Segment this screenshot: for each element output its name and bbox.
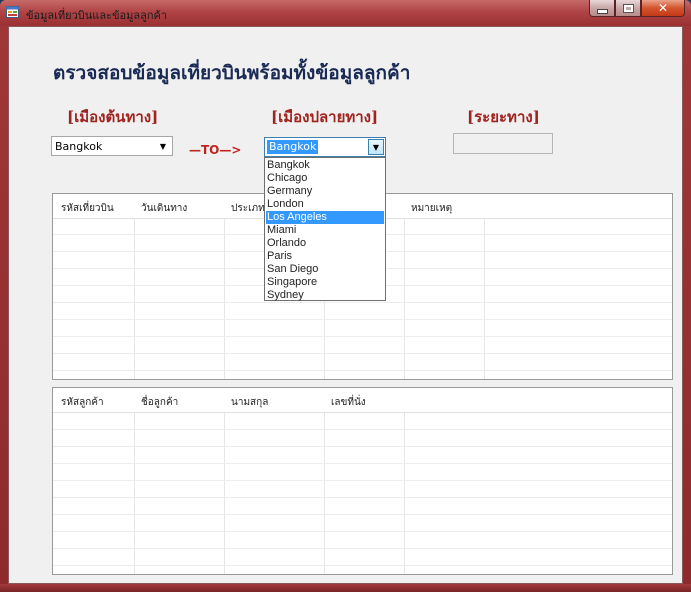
dropdown-option[interactable]: Germany xyxy=(266,185,384,198)
grid-column-divider xyxy=(484,194,485,379)
dropdown-option[interactable]: Sydney xyxy=(266,289,384,302)
column-header[interactable]: วันเดินทาง xyxy=(141,201,187,216)
window-controls: ✕ xyxy=(589,0,685,18)
grid-column-divider xyxy=(404,194,405,379)
column-header[interactable]: หมายเหตุ xyxy=(411,201,452,216)
origin-label: [เมืองต้นทาง] xyxy=(67,108,159,126)
dropdown-option[interactable]: Chicago xyxy=(266,172,384,185)
dropdown-option[interactable]: London xyxy=(266,198,384,211)
column-header[interactable]: ประเภท xyxy=(231,201,265,216)
column-header[interactable]: รหัสลูกค้า xyxy=(61,395,104,410)
chevron-down-icon[interactable]: ▼ xyxy=(368,139,384,155)
page-title: ตรวจสอบข้อมูลเที่ยวบินพร้อมทั้งข้อมูลลูก… xyxy=(53,62,411,84)
form-client-area: ตรวจสอบข้อมูลเที่ยวบินพร้อมทั้งข้อมูลลูก… xyxy=(8,26,683,584)
dropdown-option[interactable]: Paris xyxy=(266,250,384,263)
maximize-button[interactable] xyxy=(615,0,641,17)
minimize-icon xyxy=(590,0,614,16)
dropdown-option[interactable]: Bangkok xyxy=(266,159,384,172)
window-bottom-border xyxy=(0,584,691,592)
dropdown-option[interactable]: Orlando xyxy=(266,237,384,250)
distance-label: [ระยะทาง] xyxy=(467,108,540,126)
dropdown-option[interactable]: Singapore xyxy=(266,276,384,289)
column-header[interactable]: เลขที่นั่ง xyxy=(331,395,366,410)
app-form-icon xyxy=(6,6,19,18)
destination-dropdown-list[interactable]: Bangkok Chicago Germany London Los Angel… xyxy=(264,157,386,301)
chevron-down-icon[interactable]: ▼ xyxy=(156,139,170,153)
column-header[interactable]: ชื่อลูกค้า xyxy=(141,395,178,410)
grid-column-divider xyxy=(134,388,135,574)
distance-field xyxy=(453,133,553,154)
destination-label: [เมืองปลายทาง] xyxy=(271,108,379,126)
origin-value: Bangkok xyxy=(55,140,103,153)
column-header[interactable]: รหัสเที่ยวบิน xyxy=(61,201,114,216)
destination-combobox[interactable]: Bangkok ▼ xyxy=(264,137,386,157)
grid-column-divider xyxy=(224,388,225,574)
grid-column-divider xyxy=(134,194,135,379)
window-title: ข้อมูลเที่ยวบินและข้อมูลลูกค้า xyxy=(26,9,168,22)
close-icon: ✕ xyxy=(657,1,669,15)
app-window: ข้อมูลเที่ยวบินและข้อมูลลูกค้า ✕ ตรวจสอบ… xyxy=(0,0,691,592)
dropdown-option-highlighted[interactable]: Los Angeles xyxy=(266,211,384,224)
column-header[interactable]: นามสกุล xyxy=(231,395,268,410)
dropdown-option[interactable]: San Diego xyxy=(266,263,384,276)
minimize-button[interactable] xyxy=(589,0,615,17)
grid-column-divider xyxy=(224,194,225,379)
dropdown-option[interactable]: Miami xyxy=(266,224,384,237)
destination-value: Bangkok xyxy=(267,140,319,154)
grid-column-divider xyxy=(404,388,405,574)
customers-grid[interactable]: รหัสลูกค้า ชื่อลูกค้า นามสกุล เลขที่นั่ง xyxy=(52,387,673,575)
close-button[interactable]: ✕ xyxy=(641,0,685,17)
origin-combobox[interactable]: Bangkok ▼ xyxy=(51,136,173,156)
to-arrow-label: —TO—> xyxy=(189,143,242,157)
title-bar[interactable]: ข้อมูลเที่ยวบินและข้อมูลลูกค้า ✕ xyxy=(0,0,691,26)
customers-grid-header: รหัสลูกค้า ชื่อลูกค้า นามสกุล เลขที่นั่ง xyxy=(53,388,672,413)
maximize-icon xyxy=(616,0,640,16)
grid-column-divider xyxy=(324,388,325,574)
